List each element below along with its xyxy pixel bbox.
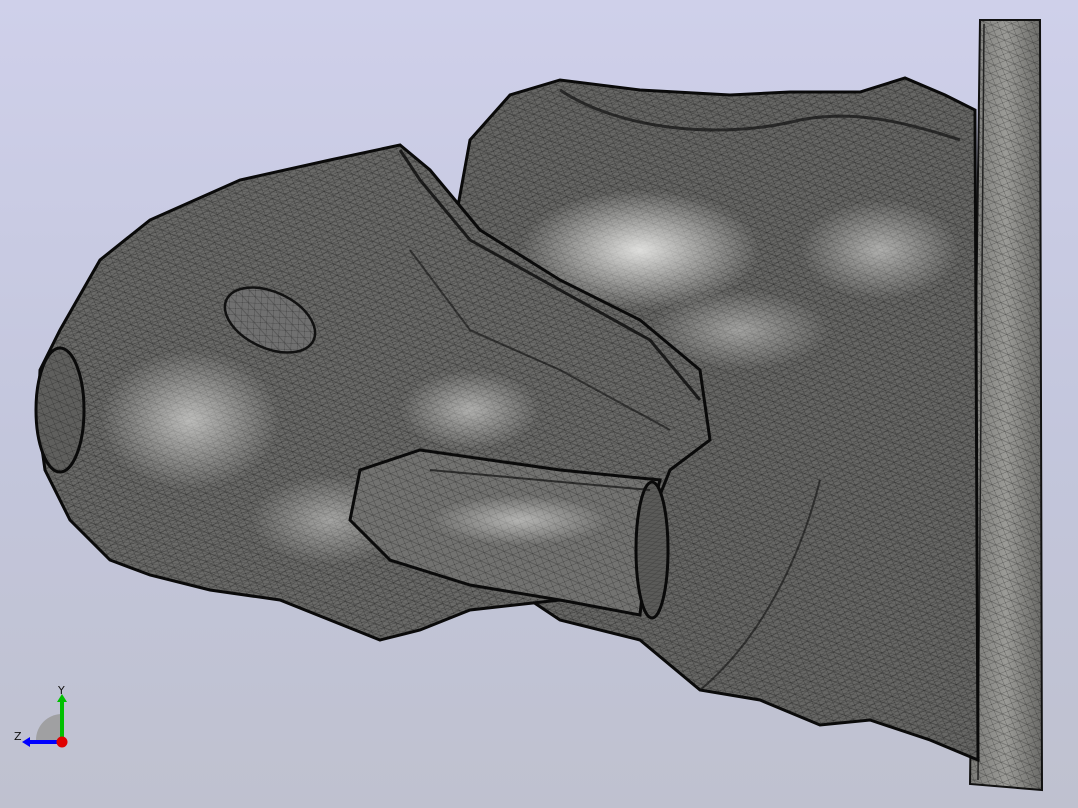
3d-viewport[interactable]: Y Z bbox=[0, 0, 1078, 808]
y-axis-label: Y bbox=[58, 684, 65, 697]
orientation-triad: Y Z bbox=[14, 684, 74, 748]
z-axis-label: Z bbox=[14, 730, 22, 743]
x-axis-dot bbox=[56, 736, 68, 748]
axis-triad-graphic bbox=[22, 694, 68, 748]
triad-quarter-disc bbox=[36, 714, 62, 740]
base-plate bbox=[968, 19, 1044, 792]
mesh-model[interactable] bbox=[0, 0, 1078, 808]
